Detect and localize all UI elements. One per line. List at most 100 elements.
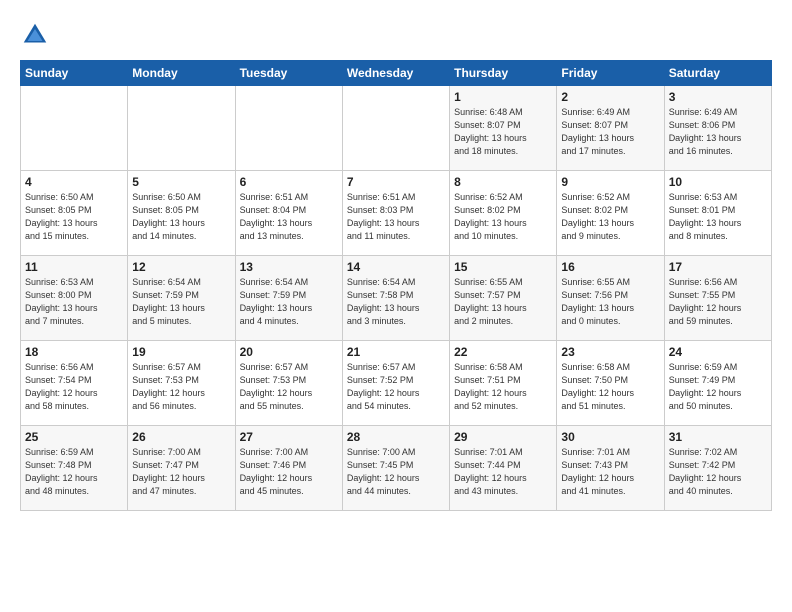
day-number: 19: [132, 345, 230, 359]
day-info: Sunrise: 6:59 AM Sunset: 7:49 PM Dayligh…: [669, 361, 767, 413]
day-number: 8: [454, 175, 552, 189]
day-number: 18: [25, 345, 123, 359]
day-info: Sunrise: 6:58 AM Sunset: 7:51 PM Dayligh…: [454, 361, 552, 413]
calendar-cell: 31Sunrise: 7:02 AM Sunset: 7:42 PM Dayli…: [664, 426, 771, 511]
calendar-cell: 18 Sunrise: 6:56 AM Sunset: 7:54 PM Dayli…: [21, 341, 128, 426]
calendar-cell: 4Sunrise: 6:50 AM Sunset: 8:05 PM Daylig…: [21, 171, 128, 256]
calendar-cell: 24 Sunrise: 6:59 AM Sunset: 7:49 PM Dayli…: [664, 341, 771, 426]
day-number: 5: [132, 175, 230, 189]
calendar-cell: 16 Sunrise: 6:55 AM Sunset: 7:56 PM Dayli…: [557, 256, 664, 341]
calendar-cell: 21 Sunrise: 6:57 AM Sunset: 7:52 PM Dayli…: [342, 341, 449, 426]
day-number: 4: [25, 175, 123, 189]
calendar-cell: 5Sunrise: 6:50 AM Sunset: 8:05 PM Daylig…: [128, 171, 235, 256]
day-number: 21: [347, 345, 445, 359]
calendar-cell: 12 Sunrise: 6:54 AM Sunset: 7:59 PM Dayli…: [128, 256, 235, 341]
calendar-table: SundayMondayTuesdayWednesdayThursdayFrid…: [20, 60, 772, 511]
calendar-cell: 2 Sunrise: 6:49 AM Sunset: 8:07 PM Daylig…: [557, 86, 664, 171]
day-number: 15: [454, 260, 552, 274]
day-info: Sunrise: 7:01 AM Sunset: 7:44 PM Dayligh…: [454, 446, 552, 498]
calendar-cell: 19 Sunrise: 6:57 AM Sunset: 7:53 PM Dayli…: [128, 341, 235, 426]
weekday-header-thursday: Thursday: [450, 61, 557, 86]
calendar-cell: 22 Sunrise: 6:58 AM Sunset: 7:51 PM Dayli…: [450, 341, 557, 426]
day-number: 1: [454, 90, 552, 104]
day-number: 16: [561, 260, 659, 274]
day-number: 14: [347, 260, 445, 274]
day-number: 22: [454, 345, 552, 359]
day-info: Sunrise: 6:53 AM Sunset: 8:01 PM Dayligh…: [669, 191, 767, 243]
day-info: Sunrise: 6:54 AM Sunset: 7:59 PM Dayligh…: [240, 276, 338, 328]
calendar-cell: [21, 86, 128, 171]
day-info: Sunrise: 6:54 AM Sunset: 7:59 PM Dayligh…: [132, 276, 230, 328]
day-info: Sunrise: 6:59 AM Sunset: 7:48 PM Dayligh…: [25, 446, 123, 498]
calendar-week-5: 25 Sunrise: 6:59 AM Sunset: 7:48 PM Dayli…: [21, 426, 772, 511]
day-info: Sunrise: 6:51 AM Sunset: 8:04 PM Dayligh…: [240, 191, 338, 243]
day-info: Sunrise: 6:57 AM Sunset: 7:52 PM Dayligh…: [347, 361, 445, 413]
calendar-cell: 8 Sunrise: 6:52 AM Sunset: 8:02 PM Daylig…: [450, 171, 557, 256]
weekday-header-saturday: Saturday: [664, 61, 771, 86]
day-number: 10: [669, 175, 767, 189]
day-number: 12: [132, 260, 230, 274]
day-info: Sunrise: 6:57 AM Sunset: 7:53 PM Dayligh…: [132, 361, 230, 413]
day-number: 3: [669, 90, 767, 104]
day-number: 9: [561, 175, 659, 189]
day-number: 6: [240, 175, 338, 189]
day-number: 24: [669, 345, 767, 359]
weekday-header-tuesday: Tuesday: [235, 61, 342, 86]
calendar-cell: 29 Sunrise: 7:01 AM Sunset: 7:44 PM Dayli…: [450, 426, 557, 511]
calendar-week-4: 18 Sunrise: 6:56 AM Sunset: 7:54 PM Dayli…: [21, 341, 772, 426]
day-info: Sunrise: 6:48 AM Sunset: 8:07 PM Dayligh…: [454, 106, 552, 158]
day-number: 29: [454, 430, 552, 444]
weekday-header-monday: Monday: [128, 61, 235, 86]
day-info: Sunrise: 6:52 AM Sunset: 8:02 PM Dayligh…: [561, 191, 659, 243]
calendar-cell: 3 Sunrise: 6:49 AM Sunset: 8:06 PM Daylig…: [664, 86, 771, 171]
calendar-cell: 1 Sunrise: 6:48 AM Sunset: 8:07 PM Daylig…: [450, 86, 557, 171]
calendar-cell: 30 Sunrise: 7:01 AM Sunset: 7:43 PM Dayli…: [557, 426, 664, 511]
calendar-cell: 20 Sunrise: 6:57 AM Sunset: 7:53 PM Dayli…: [235, 341, 342, 426]
day-info: Sunrise: 6:51 AM Sunset: 8:03 PM Dayligh…: [347, 191, 445, 243]
day-number: 25: [25, 430, 123, 444]
day-number: 23: [561, 345, 659, 359]
day-number: 20: [240, 345, 338, 359]
day-info: Sunrise: 6:55 AM Sunset: 7:57 PM Dayligh…: [454, 276, 552, 328]
day-info: Sunrise: 7:01 AM Sunset: 7:43 PM Dayligh…: [561, 446, 659, 498]
calendar-cell: 13 Sunrise: 6:54 AM Sunset: 7:59 PM Dayli…: [235, 256, 342, 341]
calendar-cell: [128, 86, 235, 171]
logo-icon: [20, 20, 50, 50]
day-info: Sunrise: 6:58 AM Sunset: 7:50 PM Dayligh…: [561, 361, 659, 413]
weekday-header-row: SundayMondayTuesdayWednesdayThursdayFrid…: [21, 61, 772, 86]
day-number: 11: [25, 260, 123, 274]
calendar-cell: [342, 86, 449, 171]
day-info: Sunrise: 7:00 AM Sunset: 7:45 PM Dayligh…: [347, 446, 445, 498]
day-info: Sunrise: 6:54 AM Sunset: 7:58 PM Dayligh…: [347, 276, 445, 328]
day-info: Sunrise: 6:55 AM Sunset: 7:56 PM Dayligh…: [561, 276, 659, 328]
calendar-cell: 10 Sunrise: 6:53 AM Sunset: 8:01 PM Dayli…: [664, 171, 771, 256]
calendar-cell: 27 Sunrise: 7:00 AM Sunset: 7:46 PM Dayli…: [235, 426, 342, 511]
calendar-week-2: 4Sunrise: 6:50 AM Sunset: 8:05 PM Daylig…: [21, 171, 772, 256]
calendar-cell: 15 Sunrise: 6:55 AM Sunset: 7:57 PM Dayli…: [450, 256, 557, 341]
day-number: 30: [561, 430, 659, 444]
day-info: Sunrise: 6:53 AM Sunset: 8:00 PM Dayligh…: [25, 276, 123, 328]
calendar-cell: 7 Sunrise: 6:51 AM Sunset: 8:03 PM Daylig…: [342, 171, 449, 256]
day-info: Sunrise: 7:00 AM Sunset: 7:46 PM Dayligh…: [240, 446, 338, 498]
day-number: 2: [561, 90, 659, 104]
day-info: Sunrise: 6:52 AM Sunset: 8:02 PM Dayligh…: [454, 191, 552, 243]
day-number: 13: [240, 260, 338, 274]
day-number: 17: [669, 260, 767, 274]
day-info: Sunrise: 6:57 AM Sunset: 7:53 PM Dayligh…: [240, 361, 338, 413]
day-info: Sunrise: 6:56 AM Sunset: 7:54 PM Dayligh…: [25, 361, 123, 413]
page-header: [20, 20, 772, 50]
calendar-cell: 6 Sunrise: 6:51 AM Sunset: 8:04 PM Daylig…: [235, 171, 342, 256]
calendar-cell: 14 Sunrise: 6:54 AM Sunset: 7:58 PM Dayli…: [342, 256, 449, 341]
day-info: Sunrise: 7:02 AM Sunset: 7:42 PM Dayligh…: [669, 446, 767, 498]
day-number: 26: [132, 430, 230, 444]
calendar-cell: 25 Sunrise: 6:59 AM Sunset: 7:48 PM Dayli…: [21, 426, 128, 511]
weekday-header-wednesday: Wednesday: [342, 61, 449, 86]
day-number: 7: [347, 175, 445, 189]
calendar-cell: 17Sunrise: 6:56 AM Sunset: 7:55 PM Dayli…: [664, 256, 771, 341]
day-number: 27: [240, 430, 338, 444]
day-info: Sunrise: 6:49 AM Sunset: 8:07 PM Dayligh…: [561, 106, 659, 158]
day-info: Sunrise: 6:49 AM Sunset: 8:06 PM Dayligh…: [669, 106, 767, 158]
calendar-cell: 11 Sunrise: 6:53 AM Sunset: 8:00 PM Dayli…: [21, 256, 128, 341]
day-info: Sunrise: 7:00 AM Sunset: 7:47 PM Dayligh…: [132, 446, 230, 498]
day-number: 28: [347, 430, 445, 444]
